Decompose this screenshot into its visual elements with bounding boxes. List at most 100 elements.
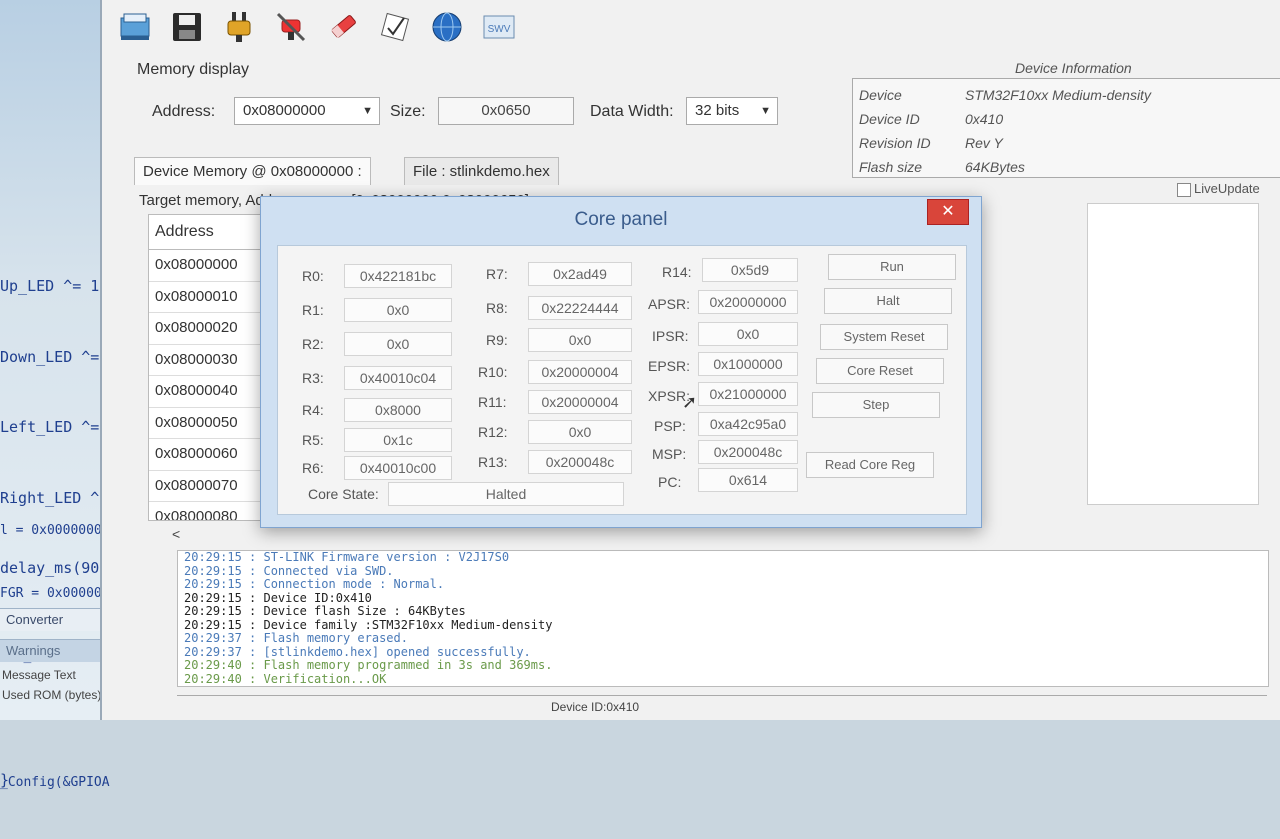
reg-value-r1[interactable]: 0x0 [344,298,452,322]
reg-label-pc: PC: [658,474,682,490]
reg-label-epsr: EPSR: [648,358,691,374]
log-line: 20:29:15 : Connection mode : Normal. [184,577,445,591]
web-globe-icon[interactable] [428,8,466,46]
live-update-checkbox[interactable]: LiveUpdate [1177,181,1260,197]
reg-label-r6: R6: [302,460,324,476]
chevron-down-icon: ▼ [362,105,373,117]
reg-value-apsr[interactable]: 0x20000000 [698,290,798,314]
tab-file[interactable]: File : stlinkdemo.hex [404,157,559,185]
reg-value-r6[interactable]: 0x40010c00 [344,456,452,480]
status-device-id: Device ID:0x410 [551,700,640,714]
log-line: 20:29:40 : Flash memory programmed in 3s… [184,658,553,672]
reg-label-apsr: APSR: [648,296,691,312]
reg-value-msp[interactable]: 0x200048c [698,440,798,464]
address-label: Address: [152,103,216,120]
reg-label-r10: R10: [478,364,508,380]
reg-label-r8: R8: [486,300,508,316]
core-panel-body: R0: 0x422181bc R1: 0x0 R2: 0x0 R3: 0x400… [277,245,967,515]
reg-value-r11[interactable]: 0x20000004 [528,390,632,414]
device-id-label: Device ID [859,111,920,127]
reg-value-r0[interactable]: 0x422181bc [344,264,452,288]
reg-label-r4: R4: [302,402,324,418]
tab-device-memory[interactable]: Device Memory @ 0x08000000 : [134,157,371,185]
reg-value-ipsr[interactable]: 0x0 [698,322,798,346]
code-line: _Config(&GPIOA [0,775,110,790]
toolbar: SWV [116,8,518,50]
core-panel-dialog: Core panel ✕ R0: 0x422181bc R1: 0x0 R2: … [260,196,982,528]
reg-label-ipsr: IPSR: [652,328,689,344]
reg-label-r9: R9: [486,332,508,348]
data-width-label: Data Width: [590,103,674,120]
step-button[interactable]: Step [812,392,940,418]
mouse-pointer-icon: ➚ [682,392,698,412]
core-state-value: Halted [388,482,624,506]
log-line: 20:29:37 : Flash memory erased. [184,631,408,645]
address-combobox[interactable]: 0x08000000 ▼ [234,97,380,125]
log-line: 20:29:40 : Verification...OK [184,671,387,686]
erase-eraser-icon[interactable] [324,8,362,46]
core-reset-button[interactable]: Core Reset [816,358,944,384]
reg-value-r8[interactable]: 0x22224444 [528,296,632,320]
log-line: 20:29:15 : Device flash Size : 64KBytes [184,604,466,618]
flash-size-label: Flash size [859,159,923,175]
device-id-value: 0x410 [965,111,1004,127]
halt-button[interactable]: Halt [824,288,952,314]
memory-right-pane [1087,203,1259,505]
reg-label-r3: R3: [302,370,324,386]
scroll-left-icon[interactable]: < [172,526,180,542]
address-value: 0x08000000 [243,102,326,119]
device-label: Device [859,87,902,103]
core-state-label: Core State: [308,486,379,502]
disconnect-icon[interactable] [272,8,310,46]
reg-value-epsr[interactable]: 0x1000000 [698,352,798,376]
swv-icon[interactable]: SWV [480,8,518,46]
core-panel-titlebar[interactable]: Core panel ✕ [261,197,981,241]
device-value: STM32F10xx Medium-density [965,87,1151,103]
reg-value-r10[interactable]: 0x20000004 [528,360,632,384]
size-field[interactable]: 0x0650 [438,97,574,125]
open-file-icon[interactable] [116,8,154,46]
reg-label-r0: R0: [302,268,324,284]
connect-plug-icon[interactable] [220,8,258,46]
reg-value-r12[interactable]: 0x0 [528,420,632,444]
close-icon[interactable]: ✕ [927,199,969,225]
reg-label-r1: R1: [302,302,324,318]
reg-label-r12: R12: [478,424,508,440]
chevron-down-icon: ▼ [760,105,771,117]
reg-label-r14: R14: [662,264,692,280]
reg-value-r13[interactable]: 0x200048c [528,450,632,474]
live-update-label: LiveUpdate [1194,181,1260,196]
reg-value-r7[interactable]: 0x2ad49 [528,262,632,286]
reg-label-psp: PSP: [654,418,686,434]
system-reset-button[interactable]: System Reset [820,324,948,350]
reg-value-r2[interactable]: 0x0 [344,332,452,356]
read-core-reg-button[interactable]: Read Core Reg [806,452,934,478]
log-line: 20:29:15 : ST-LINK Firmware version : V2… [184,550,510,564]
revision-id-value: Rev Y [965,135,1003,151]
horizontal-scrollbar[interactable]: < [172,526,462,544]
reg-value-r9[interactable]: 0x0 [528,328,632,352]
reg-value-r5[interactable]: 0x1c [344,428,452,452]
data-width-value: 32 bits [695,102,740,119]
size-label: Size: [390,103,426,120]
reg-value-r4[interactable]: 0x8000 [344,398,452,422]
reg-label-r7: R7: [486,266,508,282]
status-bar: Device ID:0x410 [177,695,1267,718]
log-line: 20:29:37 : [stlinkdemo.hex] opened succe… [184,644,531,659]
reg-value-pc[interactable]: 0x614 [698,468,798,492]
reg-value-xpsr[interactable]: 0x21000000 [698,382,798,406]
data-width-select[interactable]: 32 bits ▼ [686,97,778,125]
program-verify-icon[interactable] [376,8,414,46]
log-line: 20:29:15 : Connected via SWD. [184,563,394,578]
checkbox-icon[interactable] [1177,182,1191,197]
reg-value-psp[interactable]: 0xa42c95a0 [698,412,798,436]
save-icon[interactable] [168,8,206,46]
revision-id-label: Revision ID [859,135,931,151]
reg-value-r14[interactable]: 0x5d9 [702,258,798,282]
device-information-title: Device Information [1015,60,1132,76]
reg-label-r5: R5: [302,432,324,448]
reg-value-r3[interactable]: 0x40010c04 [344,366,452,390]
reg-label-msp: MSP: [652,446,687,462]
run-button[interactable]: Run [828,254,956,280]
log-output: 20:29:15 : ST-LINK Firmware version : V2… [177,550,1269,687]
